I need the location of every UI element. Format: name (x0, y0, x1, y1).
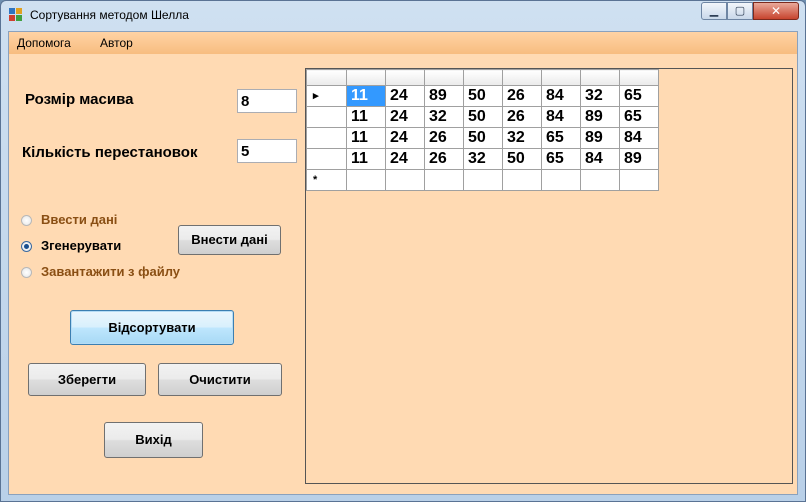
row-header[interactable] (306, 127, 347, 149)
swaps-count-label: Кількість перестановок (22, 144, 198, 161)
clear-button[interactable]: Очистити (158, 363, 282, 396)
grid-cell[interactable]: 89 (580, 106, 620, 128)
window-title: Сортування методом Шелла (30, 8, 189, 22)
grid-cell[interactable]: 50 (502, 148, 542, 170)
grid-cell-empty[interactable] (346, 169, 386, 191)
grid-cell[interactable]: 84 (541, 106, 581, 128)
grid-cell[interactable]: 50 (463, 127, 503, 149)
column-header[interactable] (463, 69, 503, 86)
radio-checked-icon (21, 241, 32, 252)
close-button[interactable]: ✕ (753, 2, 799, 20)
client-area: Допомога Автор Розмір масива 8 Кількість… (8, 31, 798, 495)
column-header[interactable] (541, 69, 581, 86)
grid-corner[interactable] (306, 69, 347, 86)
radio-icon (21, 215, 32, 226)
new-row[interactable]: * (306, 169, 659, 191)
grid-cell-empty[interactable] (424, 169, 464, 191)
grid-cell[interactable]: 24 (385, 106, 425, 128)
grid-cell-selected[interactable]: 11 (346, 85, 386, 107)
column-header[interactable] (424, 69, 464, 86)
menu-help[interactable]: Допомога (17, 36, 71, 50)
grid-cell[interactable]: 32 (463, 148, 503, 170)
grid-cell[interactable]: 50 (463, 106, 503, 128)
maximize-button[interactable]: ▢ (727, 2, 753, 20)
table-row[interactable]: 11 24 32 50 26 84 89 65 (306, 106, 659, 128)
grid-cell[interactable]: 24 (385, 127, 425, 149)
grid-cell[interactable]: 11 (346, 148, 386, 170)
grid-cell[interactable]: 65 (541, 127, 581, 149)
swaps-count-input[interactable]: 5 (237, 139, 297, 163)
column-header[interactable] (580, 69, 620, 86)
data-grid[interactable]: ▸ 11 24 89 50 26 84 32 65 11 24 32 50 26 (305, 68, 793, 484)
grid-cell-empty[interactable] (580, 169, 620, 191)
grid-cell[interactable]: 89 (424, 85, 464, 107)
new-row-star-icon[interactable]: * (306, 169, 347, 191)
minimize-button[interactable]: ▁ (701, 2, 727, 20)
table-row[interactable]: 11 24 26 32 50 65 84 89 (306, 148, 659, 170)
grid-cell-empty[interactable] (463, 169, 503, 191)
grid-cell[interactable]: 65 (619, 106, 659, 128)
grid-cell-empty[interactable] (619, 169, 659, 191)
grid-cell[interactable]: 84 (541, 85, 581, 107)
grid-cell[interactable]: 26 (502, 106, 542, 128)
grid-cell[interactable]: 84 (580, 148, 620, 170)
column-header[interactable] (502, 69, 542, 86)
grid-cell[interactable]: 32 (502, 127, 542, 149)
grid-cell-empty[interactable] (385, 169, 425, 191)
grid-cell[interactable]: 65 (541, 148, 581, 170)
array-size-label: Розмір масива (25, 91, 134, 108)
radio-icon (21, 267, 32, 278)
array-size-input[interactable]: 8 (237, 89, 297, 113)
grid-cell-empty[interactable] (541, 169, 581, 191)
grid-cell[interactable]: 32 (580, 85, 620, 107)
sort-button[interactable]: Відсортувати (70, 310, 234, 345)
table-row[interactable]: 11 24 26 50 32 65 89 84 (306, 127, 659, 149)
column-header[interactable] (619, 69, 659, 86)
current-row-arrow-icon[interactable]: ▸ (306, 85, 347, 107)
title-bar[interactable]: Сортування методом Шелла ▁ ▢ ✕ (1, 1, 805, 31)
row-header[interactable] (306, 148, 347, 170)
column-header[interactable] (346, 69, 386, 86)
grid-header-row (306, 69, 659, 86)
data-grid-table: ▸ 11 24 89 50 26 84 32 65 11 24 32 50 26 (306, 69, 659, 191)
grid-cell[interactable]: 11 (346, 106, 386, 128)
grid-cell[interactable]: 89 (619, 148, 659, 170)
grid-cell[interactable]: 26 (424, 148, 464, 170)
grid-cell[interactable]: 65 (619, 85, 659, 107)
table-row[interactable]: ▸ 11 24 89 50 26 84 32 65 (306, 85, 659, 107)
grid-cell[interactable]: 89 (580, 127, 620, 149)
grid-cell[interactable]: 26 (502, 85, 542, 107)
grid-cell[interactable]: 11 (346, 127, 386, 149)
menu-bar: Допомога Автор (9, 32, 797, 54)
exit-button[interactable]: Вихід (104, 422, 203, 458)
grid-cell[interactable]: 84 (619, 127, 659, 149)
grid-cell[interactable]: 24 (385, 85, 425, 107)
grid-cell[interactable]: 50 (463, 85, 503, 107)
app-window: Сортування методом Шелла ▁ ▢ ✕ Допомога … (0, 0, 806, 502)
menu-author[interactable]: Автор (100, 36, 133, 50)
app-icon (9, 8, 23, 22)
grid-cell[interactable]: 32 (424, 106, 464, 128)
grid-cell[interactable]: 26 (424, 127, 464, 149)
grid-cell[interactable]: 24 (385, 148, 425, 170)
grid-cell-empty[interactable] (502, 169, 542, 191)
row-header[interactable] (306, 106, 347, 128)
column-header[interactable] (385, 69, 425, 86)
enter-data-button[interactable]: Внести дані (178, 225, 281, 255)
save-button[interactable]: Зберегти (28, 363, 146, 396)
